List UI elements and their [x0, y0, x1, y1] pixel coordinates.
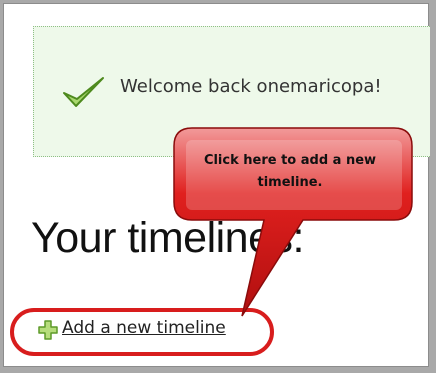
welcome-message: Welcome back onemaricopa!	[120, 76, 382, 97]
add-timeline-link[interactable]: Add a new timeline	[62, 318, 226, 338]
timelines-heading: Your timelines:	[31, 214, 304, 262]
callout-text: Click here to add a new timeline.	[203, 153, 377, 190]
checkmark-icon	[63, 77, 104, 107]
plus-icon[interactable]	[38, 320, 58, 340]
